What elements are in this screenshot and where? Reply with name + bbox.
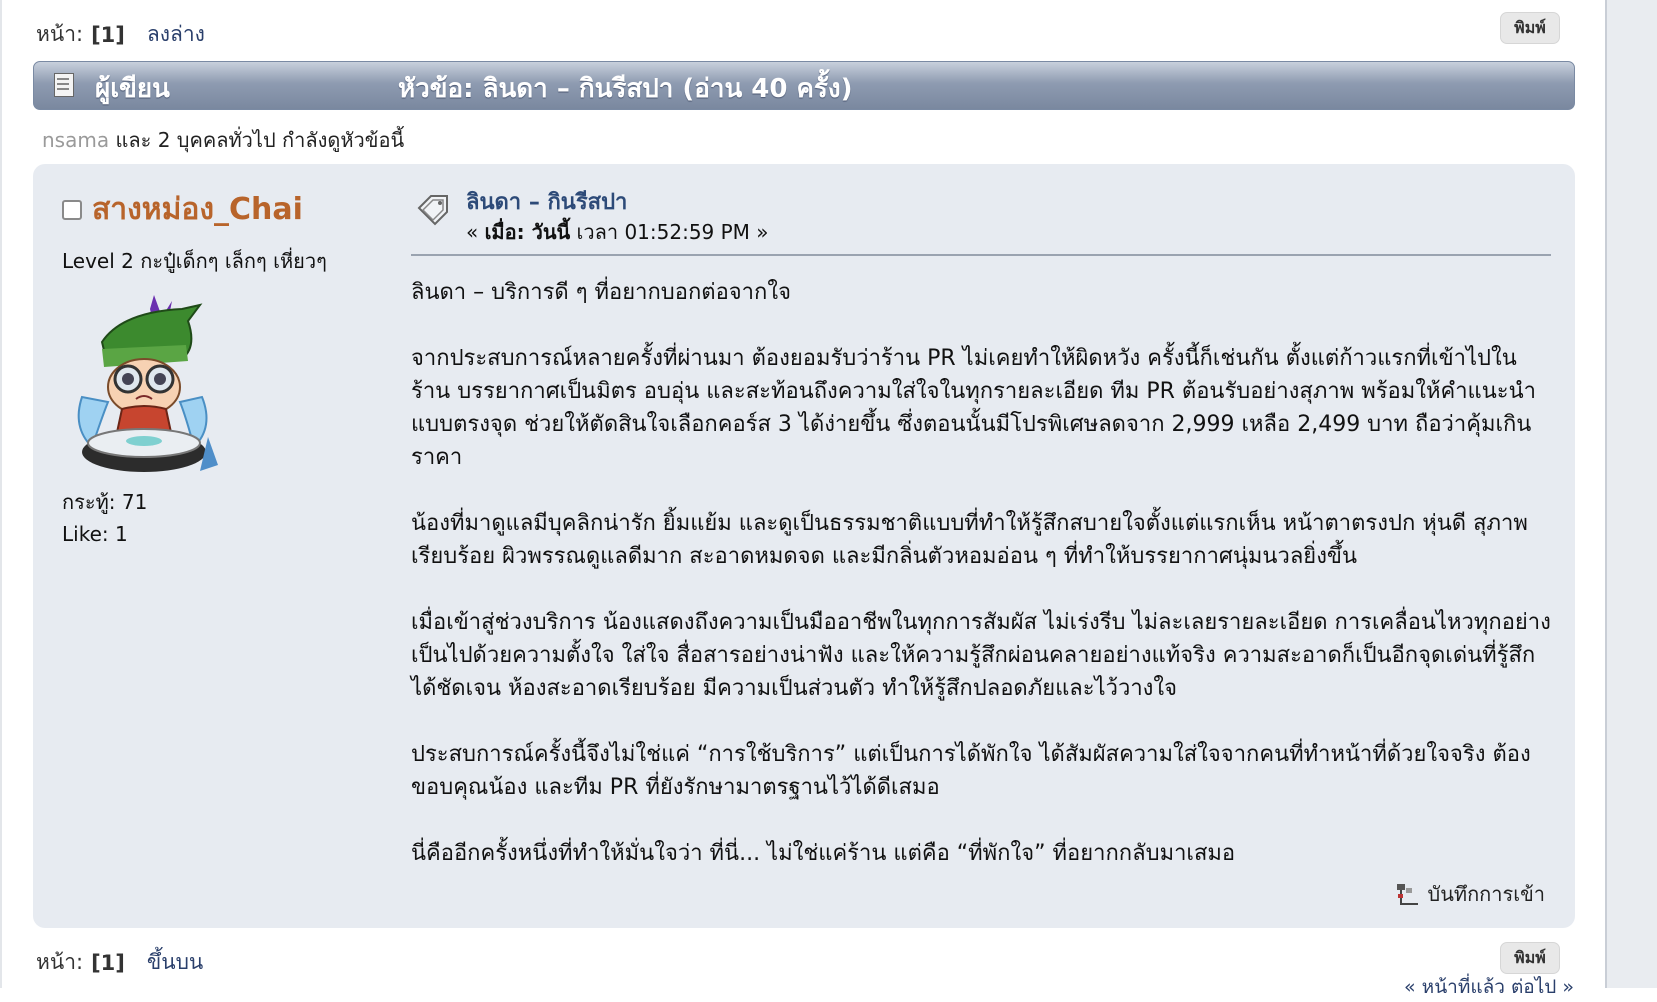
logged-ip-label: บันทึกการเข้า — [1427, 882, 1545, 906]
post-date: « เมื่อ: วันนี้ เวลา 01:52:59 PM » — [466, 216, 769, 248]
page-number-current[interactable]: [1] — [91, 951, 125, 975]
post-subject[interactable]: ลินดา – กินรีสปา — [466, 184, 627, 219]
prev-next-nav[interactable]: « หน้าที่แล้ว ต่อไป » — [1404, 972, 1574, 1002]
poster-post-count: กระทู้: 71 — [62, 490, 148, 514]
poster-name-row: สางหม่อง_Chai — [62, 186, 372, 233]
message-tag-icon — [417, 195, 448, 226]
offline-status-icon — [62, 199, 82, 220]
date-value: เวลา 01:52:59 PM » — [570, 220, 769, 244]
poster-level: Level 2 กะปู๋เด็กๆ เล็กๆ เหี่ยวๆ — [62, 249, 327, 273]
viewing-info: nsama และ 2 บุคคลทั่วไป กำลังดูหัวข้อนี้ — [42, 124, 404, 156]
date-prefix: « — [466, 220, 485, 244]
go-down-link[interactable]: ลงล่าง — [147, 18, 205, 51]
page-number-current[interactable]: [1] — [91, 23, 125, 47]
author-column-label: ผู้เขียน — [95, 74, 170, 104]
post-container: สางหม่อง_Chai Level 2 กะปู๋เด็กๆ เล็กๆ เ… — [33, 164, 1575, 928]
poster-like-count: Like: 1 — [62, 522, 128, 546]
date-label: เมื่อ: วันนี้ — [484, 220, 571, 244]
post-paragraph: ลินดา – บริการดี ๆ ที่อยากบอกต่อจากใจ — [411, 280, 791, 305]
pagination-bottom: หน้า: [1] ขึ้นบน — [36, 946, 203, 979]
poster-name[interactable]: สางหม่อง_Chai — [92, 186, 303, 233]
page-label: หน้า: — [36, 950, 84, 974]
post-paragraph: เมื่อเข้าสู่ช่วงบริการ น้องแสดงถึงความเป… — [411, 610, 1551, 701]
post-paragraph: ประสบการณ์ครั้งนี้จึงไม่ใช่แค่ “การใช้บร… — [411, 742, 1531, 800]
post-body: ลินดา – กินรีสปา « เมื่อ: วันนี้ เวลา 01… — [411, 182, 1551, 903]
print-button-top[interactable]: พิมพ์ — [1500, 12, 1560, 44]
post-paragraph: นี่คืออีกครั้งหนึ่งที่ทำให้มั่นใจว่า ที่… — [411, 841, 1236, 866]
pagination-top: หน้า: [1] ลงล่าง — [36, 18, 205, 51]
right-scroll-gutter — [1605, 0, 1657, 988]
left-border — [0, 0, 2, 988]
network-icon — [1396, 884, 1418, 905]
post-header: ลินดา – กินรีสปา « เมื่อ: วันนี้ เวลา 01… — [411, 182, 1551, 256]
logged-ip: บันทึกการเข้า — [1396, 878, 1545, 910]
viewer-name[interactable]: nsama — [42, 128, 109, 152]
avatar[interactable] — [62, 287, 227, 482]
print-button-bottom[interactable]: พิมพ์ — [1500, 942, 1560, 974]
topic-page-icon — [54, 73, 74, 97]
poster-info: สางหม่อง_Chai Level 2 กะปู๋เด็กๆ เล็กๆ เ… — [62, 186, 372, 546]
topic-header-bar: ผู้เขียน หัวข้อ: ลินดา – กินรีสปา (อ่าน … — [33, 61, 1575, 110]
post-content: ลินดา – บริการดี ๆ ที่อยากบอกต่อจากใจ จา… — [411, 276, 1551, 870]
page-label: หน้า: — [36, 22, 84, 46]
topic-title: หัวข้อ: ลินดา – กินรีสปา (อ่าน 40 ครั้ง) — [398, 74, 853, 104]
post-paragraph: น้องที่มาดูแลมีบุคลิกน่ารัก ยิ้มแย้ม และ… — [411, 511, 1528, 569]
viewing-text: และ 2 บุคคลทั่วไป กำลังดูหัวข้อนี้ — [109, 128, 405, 152]
post-paragraph: จากประสบการณ์หลายครั้งที่ผ่านมา ต้องยอมร… — [411, 346, 1536, 470]
go-up-link[interactable]: ขึ้นบน — [147, 946, 203, 979]
